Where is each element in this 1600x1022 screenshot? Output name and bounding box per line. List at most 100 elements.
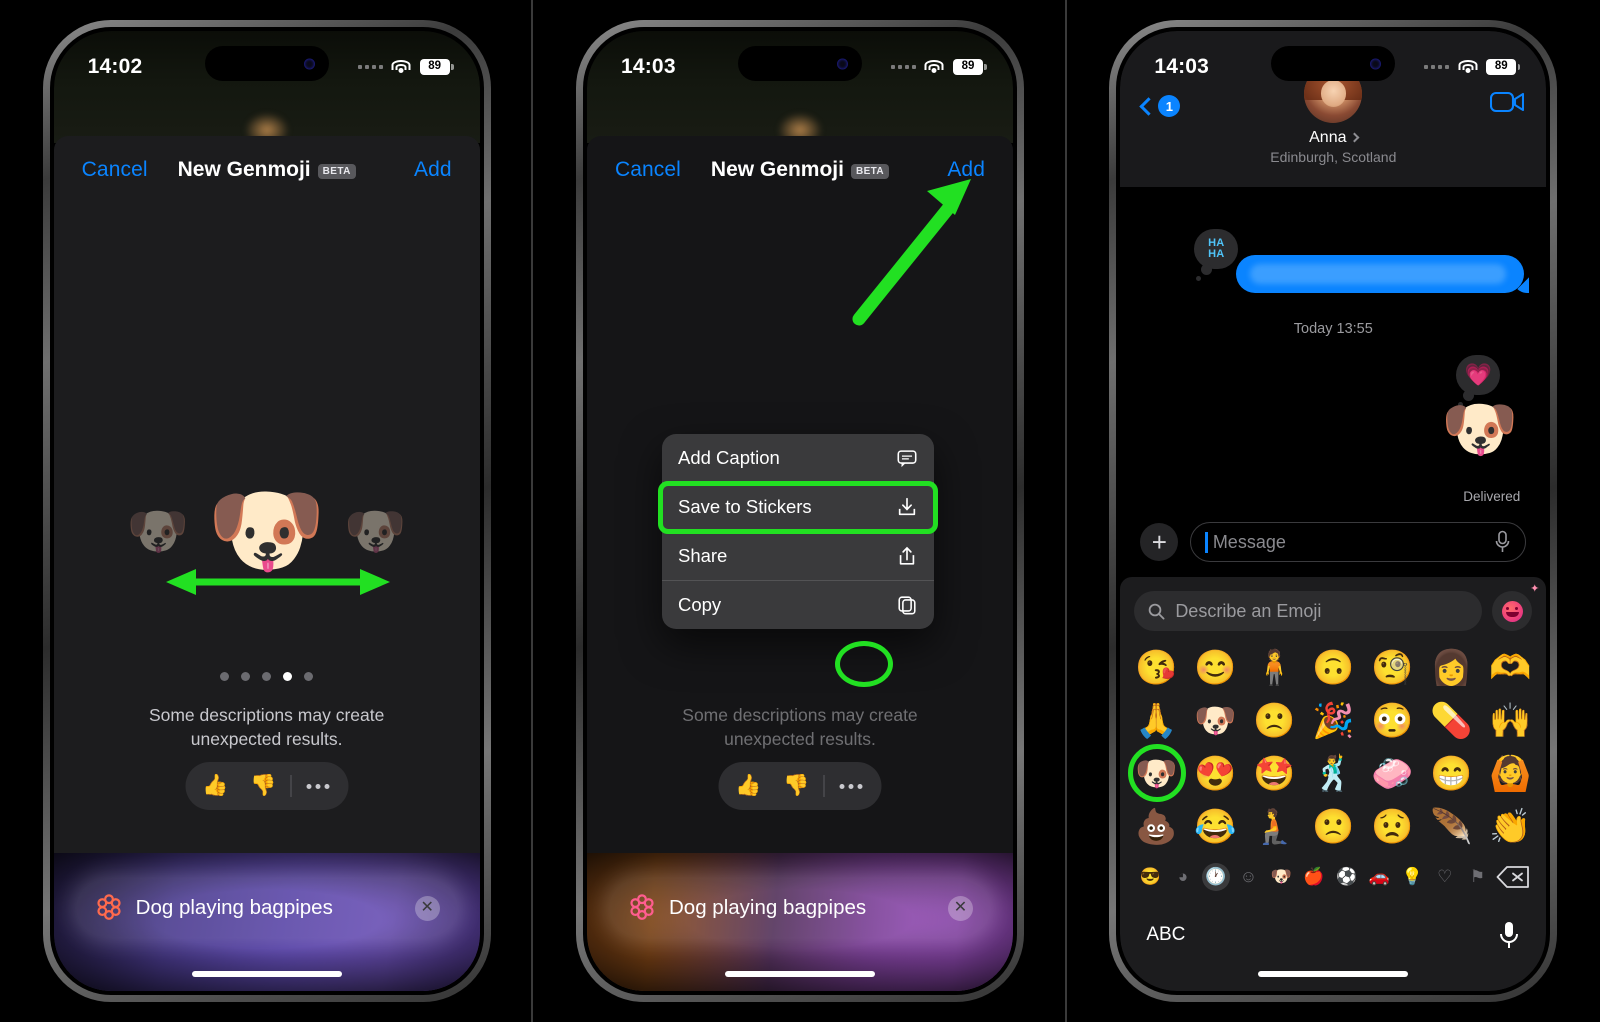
genmoji-category-icon[interactable]: 😎 [1136,863,1164,891]
emoji-cell[interactable]: 😁 [1427,757,1475,791]
emoji-cell[interactable]: 💊 [1427,704,1475,738]
emoji-cell[interactable]: 🧐 [1368,651,1416,685]
thumbs-up-icon[interactable]: 👍 [724,762,772,810]
status-time: 14:02 [87,55,143,78]
genmoji-carousel[interactable]: 🐶 🐶 🐶 [54,466,480,596]
emoji-cell[interactable]: 👩 [1427,651,1475,685]
divider [823,775,825,797]
emoji-cell[interactable]: 😘 [1132,651,1180,685]
home-indicator[interactable] [724,971,875,977]
page-dot-active[interactable] [283,672,293,681]
caption-bubble-icon [897,450,917,468]
cancel-button[interactable]: Cancel [615,158,681,182]
emoji-cell[interactable]: 🎉 [1309,704,1357,738]
sent-message-bubble[interactable] [1236,255,1525,293]
clear-x-icon[interactable]: ✕ [947,895,973,921]
menu-item-share[interactable]: Share [662,532,934,580]
emoji-cell[interactable]: 😊 [1191,651,1239,685]
page-dot[interactable] [304,672,314,681]
prompt-zone: Dog playing bagpipes ✕ [586,853,1013,991]
flags-category-icon[interactable]: ⚑ [1464,863,1492,891]
message-input[interactable]: Message [1190,522,1527,562]
emoji-cell[interactable]: 😟 [1368,810,1416,844]
cancel-button[interactable]: Cancel [82,158,148,182]
sent-sticker[interactable]: 🐶 [1441,399,1518,461]
emoji-cell[interactable]: 🙁 [1309,810,1357,844]
sheet-nav-bar: Cancel New Genmoji BETA Add [54,136,480,204]
emoji-cell[interactable]: 🙌 [1486,704,1534,738]
add-button[interactable]: Add [414,158,452,182]
disclaimer-text: Some descriptions may create unexpected … [682,705,918,749]
emoji-cell[interactable]: 🕺 [1309,757,1357,791]
delete-key-icon[interactable] [1496,865,1530,889]
emoji-cell[interactable]: 🙏 [1132,704,1180,738]
emoji-cell[interactable]: 😂 [1191,810,1239,844]
video-camera-icon[interactable] [1490,91,1525,113]
emoji-cell[interactable]: 🙆 [1486,757,1534,791]
iphone-frame: 1 Anna Edinburgh, Scotland HA HA Today 1… [1109,20,1558,1002]
emoji-cell[interactable]: 🐶 [1191,704,1239,738]
divider [290,775,292,797]
more-options-button[interactable] [294,762,342,810]
menu-item-copy[interactable]: Copy [662,581,934,629]
battery-level: 89 [1494,60,1508,73]
prompt-input[interactable]: Dog playing bagpipes ✕ [608,879,991,937]
abc-key[interactable]: ABC [1146,924,1185,946]
objects-category-icon[interactable]: 💡 [1398,863,1426,891]
emoji-search-input[interactable]: Describe an Emoji [1134,591,1483,631]
emoji-cell[interactable]: 🧼 [1368,757,1416,791]
tapback-haha[interactable]: HA HA [1194,229,1239,281]
tapback-heart[interactable]: 💗 [1456,355,1501,407]
carousel-item-current[interactable]: 🐶 [207,483,327,579]
emoji-cell[interactable]: 🧍 [1250,651,1298,685]
emoji-cell[interactable]: 👏 [1486,810,1534,844]
thumbs-down-icon[interactable]: 👎 [239,762,287,810]
home-indicator[interactable] [1258,971,1409,977]
microphone-icon[interactable] [1494,530,1511,554]
more-options-button[interactable] [827,762,875,810]
emoji-cell[interactable]: 🙁 [1250,704,1298,738]
panel-messages-sticker-sent: 1 Anna Edinburgh, Scotland HA HA Today 1… [1067,0,1600,1022]
page-dot[interactable] [262,672,272,681]
carousel-item-prev[interactable]: 🐶 [127,506,189,556]
travel-category-icon[interactable]: 🚗 [1365,863,1393,891]
thumbs-up-icon[interactable]: 👍 [191,762,239,810]
emoji-cell[interactable]: 🪶 [1427,810,1475,844]
recents-clock-icon[interactable]: 🕐 [1201,863,1230,891]
dynamic-island [737,46,862,81]
emoji-cell[interactable]: 🧎 [1250,810,1298,844]
message-input-bar: + Message [1120,513,1546,571]
carousel-item-next[interactable]: 🐶 [344,506,406,556]
smileys-category-icon[interactable]: ☺ [1234,863,1262,891]
emoji-cell[interactable]: 😳 [1368,704,1416,738]
page-dot[interactable] [220,672,230,681]
emoji-cell[interactable]: 🙃 [1309,651,1357,685]
search-icon [1149,603,1165,620]
animals-category-icon[interactable]: 🐶 [1267,863,1295,891]
emoji-cell[interactable]: 🤩 [1250,757,1298,791]
menu-item-label: Copy [677,594,722,615]
plus-icon[interactable]: + [1140,523,1179,561]
page-dot[interactable] [241,672,251,681]
symbols-category-icon[interactable]: ♡ [1431,863,1459,891]
prompt-input[interactable]: Dog playing bagpipes ✕ [75,879,458,937]
tapback-heart-emoji: 💗 [1464,362,1493,387]
thumbs-down-icon[interactable]: 👎 [772,762,820,810]
add-button[interactable]: Add [947,158,985,182]
stickers-category-icon[interactable]: ◕ [1169,863,1197,891]
dictation-microphone-icon[interactable] [1498,920,1520,950]
clear-x-icon[interactable]: ✕ [414,895,440,921]
disclaimer-text: Some descriptions may create unexpected … [148,705,385,749]
emoji-cell[interactable]: 💩 [1132,810,1180,844]
activity-category-icon[interactable]: ⚽ [1333,863,1361,891]
genmoji-sheet: Cancel New Genmoji BETA Add 🐶 🐶 🐶 Some d… [53,136,480,991]
home-indicator[interactable] [191,971,342,977]
emoji-cell[interactable]: 🫶 [1486,651,1534,685]
emoji-cell[interactable]: 😍 [1191,757,1239,791]
create-genmoji-button[interactable]: ✦ [1492,584,1539,631]
page-dots[interactable] [54,672,480,681]
food-category-icon[interactable]: 🍎 [1300,863,1328,891]
menu-item-add-caption[interactable]: Add Caption [662,434,934,482]
battery-indicator: 89 [419,59,454,75]
wifi-icon [924,59,944,75]
